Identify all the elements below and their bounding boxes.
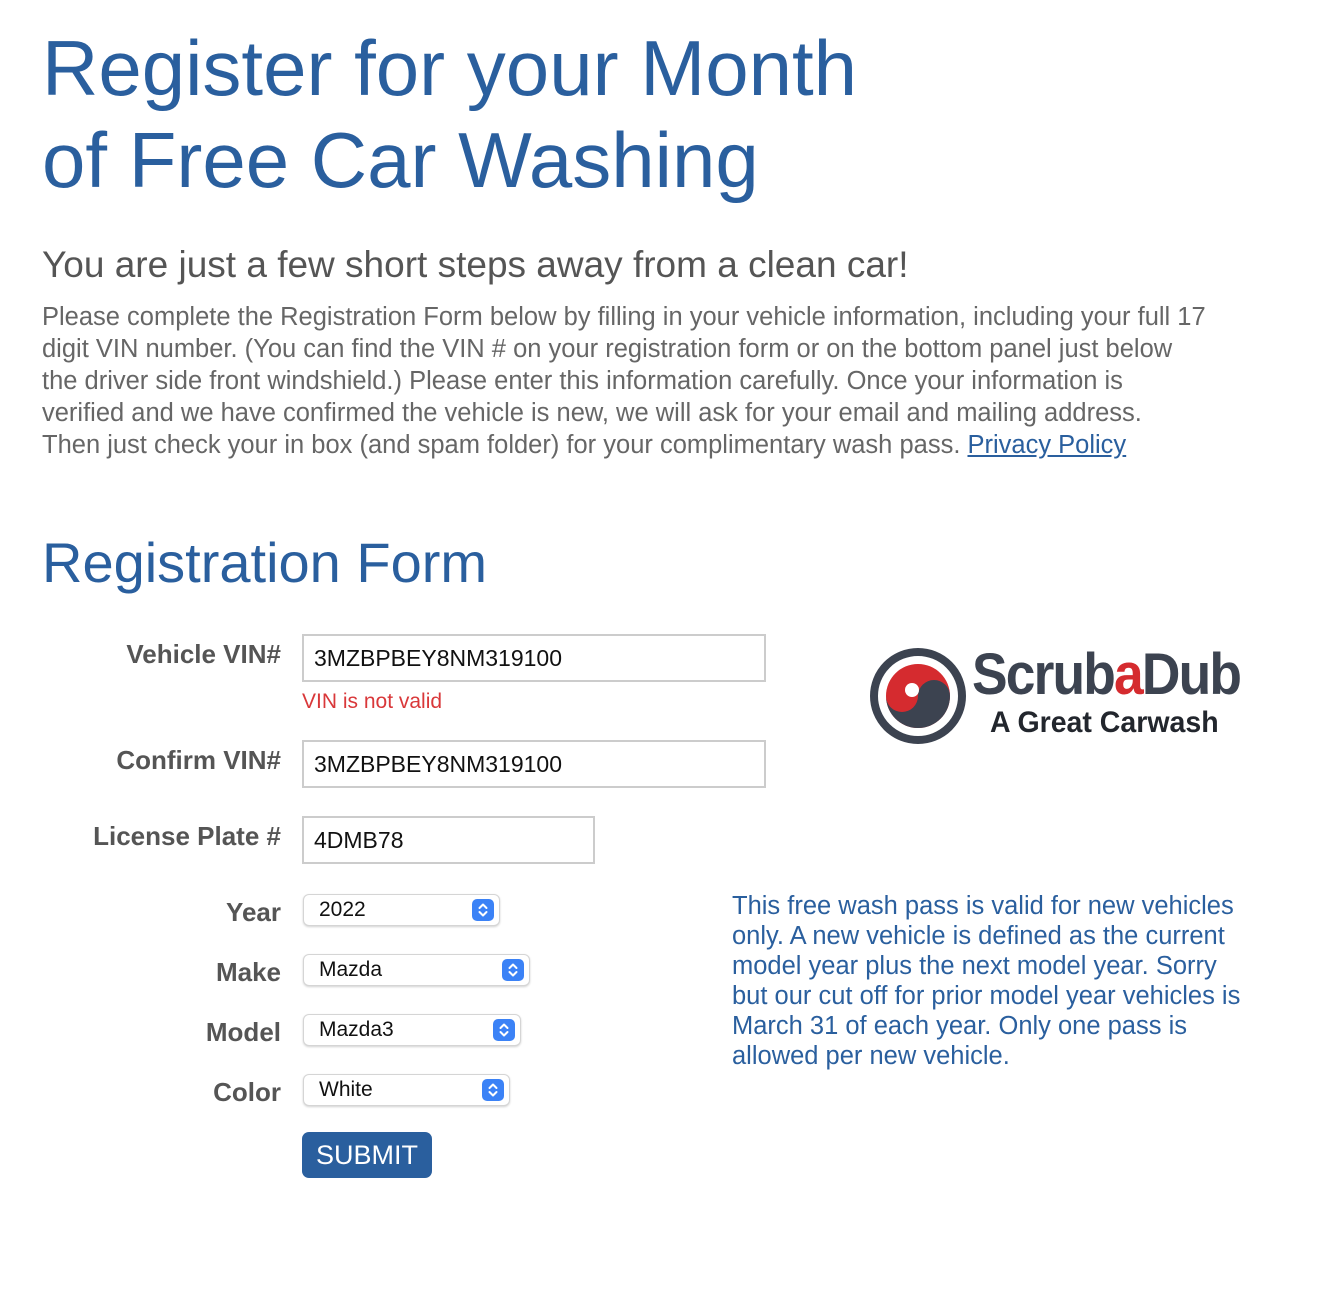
color-select[interactable]: White: [303, 1074, 510, 1106]
scrubadub-logo-tagline: A Great Carwash: [990, 706, 1219, 739]
intro-line-2: digit VIN number. (You can find the VIN …: [42, 335, 1173, 363]
vin-label: Vehicle VIN#: [126, 639, 281, 669]
note-line-4: but our cut off for prior model year veh…: [732, 982, 1241, 1010]
note-line-3: model year plus the next model year. Sor…: [732, 952, 1217, 980]
vin-error-message: VIN is not valid: [302, 690, 443, 713]
scrubadub-logo-wordmark: ScrubaDub: [972, 642, 1242, 707]
submit-button[interactable]: SUBMIT: [302, 1132, 432, 1178]
intro-line-4: verified and we have confirmed the vehic…: [42, 399, 1142, 427]
privacy-policy-link[interactable]: Privacy Policy: [967, 431, 1126, 459]
note-line-2: only. A new vehicle is defined as the cu…: [732, 922, 1225, 950]
license-plate-input[interactable]: [302, 816, 595, 864]
model-select-value: Mazda3: [319, 1018, 394, 1041]
page-title-line-2: of Free Car Washing: [42, 116, 759, 204]
license-plate-label: License Plate #: [93, 821, 281, 851]
page-subtitle: You are just a few short steps away from…: [42, 244, 909, 285]
confirm-vin-input[interactable]: [302, 740, 766, 788]
scrubadub-logo-icon: [870, 648, 966, 744]
form-heading: Registration Form: [42, 531, 488, 594]
logo-word-end: Dub: [1141, 642, 1242, 707]
confirm-vin-label: Confirm VIN#: [116, 745, 281, 775]
intro-line-1: Please complete the Registration Form be…: [42, 303, 1206, 331]
eligibility-note: This free wash pass is valid for new veh…: [732, 891, 1322, 1071]
year-select[interactable]: 2022: [303, 894, 500, 926]
chevron-up-down-icon: [482, 1079, 504, 1101]
chevron-up-down-icon: [472, 899, 494, 921]
make-label: Make: [215, 957, 281, 987]
year-label: Year: [226, 897, 281, 927]
color-select-value: White: [319, 1078, 373, 1101]
logo-word-mid: a: [1114, 642, 1144, 707]
note-line-6: allowed per new vehicle.: [732, 1042, 1010, 1070]
make-select-value: Mazda: [319, 958, 383, 981]
chevron-up-down-icon: [493, 1019, 515, 1041]
model-label: Model: [205, 1017, 281, 1047]
note-line-5: March 31 of each year. Only one pass is: [732, 1012, 1187, 1040]
vin-input[interactable]: [302, 634, 766, 682]
model-select[interactable]: Mazda3: [303, 1014, 521, 1046]
note-line-1: This free wash pass is valid for new veh…: [732, 892, 1234, 920]
intro-line-3: the driver side front windshield.) Pleas…: [42, 367, 1123, 395]
page-title: Register for your Month of Free Car Wash…: [42, 22, 1042, 206]
intro-line-5-text: Then just check your in box (and spam fo…: [42, 431, 968, 459]
chevron-up-down-icon: [502, 959, 524, 981]
make-select[interactable]: Mazda: [303, 954, 530, 986]
intro-line-5: Then just check your in box (and spam fo…: [42, 429, 1338, 461]
logo-word-start: Scrub: [972, 642, 1116, 707]
intro-paragraph: Please complete the Registration Form be…: [42, 301, 1338, 461]
year-select-value: 2022: [319, 898, 366, 921]
page-title-line-1: Register for your Month: [42, 24, 858, 112]
color-label: Color: [213, 1077, 281, 1107]
scrubadub-logo: ScrubaDub A Great Carwash: [868, 642, 1248, 752]
